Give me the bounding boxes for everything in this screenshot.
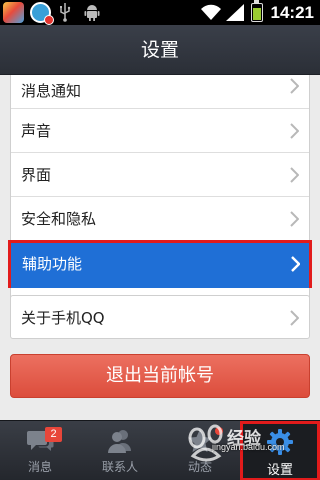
title-bar: 设置: [0, 25, 320, 75]
status-bar: 14:21: [0, 0, 320, 25]
chevron-right-icon: [290, 78, 299, 94]
chevron-right-icon: [291, 256, 300, 272]
settings-item-about[interactable]: 关于手机QQ: [11, 296, 309, 340]
qq-security-icon: [30, 2, 54, 25]
page-title: 设置: [140, 39, 179, 61]
settings-group: 消息通知 声音 界面 安全和隐私 辅助功能: [8, 75, 312, 310]
watermark-text: jingyan.baidu.com: [212, 442, 285, 452]
settings-item-label: 关于手机QQ: [21, 309, 105, 327]
chevron-right-icon: [290, 123, 299, 139]
app-icon: [3, 2, 24, 23]
unread-count-badge: 2: [45, 427, 62, 442]
signal-icon: [226, 4, 244, 21]
settings-item-accessibility[interactable]: 辅助功能: [8, 240, 312, 288]
settings-item-interface[interactable]: 界面: [11, 153, 309, 197]
settings-item-notifications[interactable]: 消息通知: [11, 75, 309, 109]
settings-item-security-privacy[interactable]: 安全和隐私: [11, 197, 309, 241]
tab-contacts[interactable]: 联系人: [80, 421, 160, 480]
chevron-right-icon: [290, 211, 299, 227]
tab-messages[interactable]: 2 消息: [0, 421, 80, 480]
settings-item-label: 声音: [21, 122, 52, 140]
usb-icon: [60, 3, 71, 22]
settings-item-label: 辅助功能: [22, 255, 83, 273]
chevron-right-icon: [290, 310, 299, 326]
battery-icon: [251, 0, 263, 22]
tab-label: 消息: [27, 460, 52, 474]
settings-item-sound[interactable]: 声音: [11, 109, 309, 153]
settings-item-label: 界面: [21, 166, 52, 184]
wifi-icon: [201, 4, 221, 20]
settings-list: 消息通知 声音 界面 安全和隐私 辅助功能 关于手机QQ 退出当前帐号: [0, 75, 320, 420]
tab-label: 联系人: [101, 460, 138, 474]
chevron-right-icon: [290, 167, 299, 183]
settings-item-label: 安全和隐私: [21, 210, 97, 228]
android-debug-icon: [84, 5, 100, 21]
contacts-icon: [108, 430, 131, 453]
status-time: 14:21: [270, 3, 314, 22]
logout-button[interactable]: 退出当前帐号: [10, 354, 310, 398]
settings-group-about: 关于手机QQ: [10, 295, 310, 339]
